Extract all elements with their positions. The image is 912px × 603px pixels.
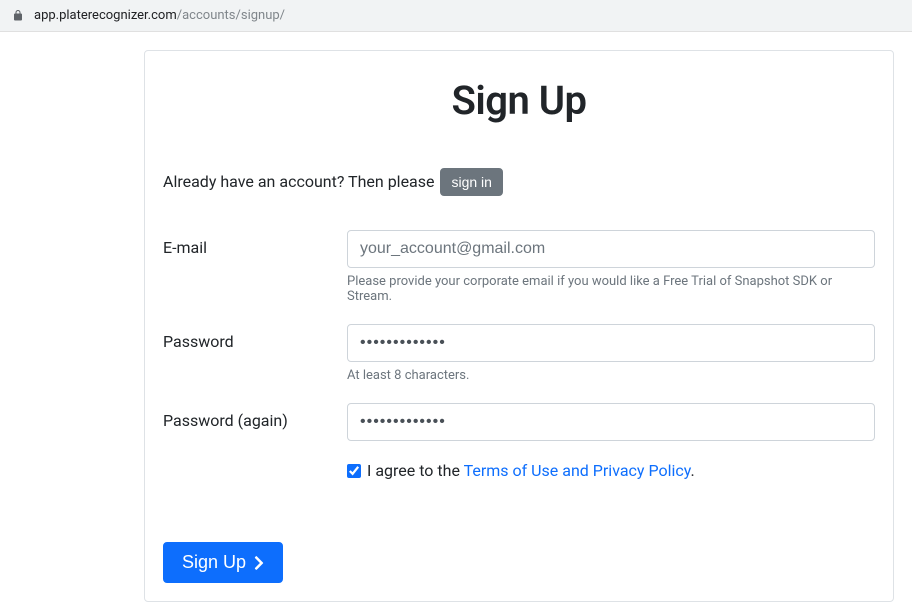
terms-link[interactable]: Terms of Use and Privacy Policy	[464, 461, 691, 480]
password-label: Password	[163, 324, 347, 351]
password-help-text: At least 8 characters.	[347, 368, 875, 383]
agree-text-wrap: I agree to the Terms of Use and Privacy …	[367, 461, 695, 480]
url-domain: app.platerecognizer.com	[34, 8, 177, 23]
url-path: /accounts/signup/	[177, 8, 285, 23]
agree-checkbox[interactable]	[347, 464, 361, 478]
sign-in-button[interactable]: sign in	[440, 168, 502, 196]
password-again-label: Password (again)	[163, 403, 347, 430]
sign-up-button[interactable]: Sign Up	[163, 542, 283, 583]
page-title: Sign Up	[163, 77, 875, 124]
agree-prefix: I agree to the	[367, 461, 464, 480]
have-account-row: Already have an account? Then please sig…	[163, 168, 875, 196]
chevron-right-icon	[254, 555, 264, 571]
password-field[interactable]	[347, 324, 875, 362]
signup-card: Sign Up Already have an account? Then pl…	[144, 50, 894, 602]
sign-up-button-label: Sign Up	[182, 552, 246, 573]
have-account-text: Already have an account? Then please	[163, 172, 438, 191]
browser-url-bar: app.platerecognizer.com/accounts/signup/	[0, 0, 912, 32]
email-help-text: Please provide your corporate email if y…	[347, 274, 875, 304]
email-field[interactable]	[347, 230, 875, 268]
email-label: E-mail	[163, 230, 347, 257]
lock-icon	[12, 9, 24, 22]
agree-suffix: .	[690, 461, 694, 480]
password-again-field[interactable]	[347, 403, 875, 441]
